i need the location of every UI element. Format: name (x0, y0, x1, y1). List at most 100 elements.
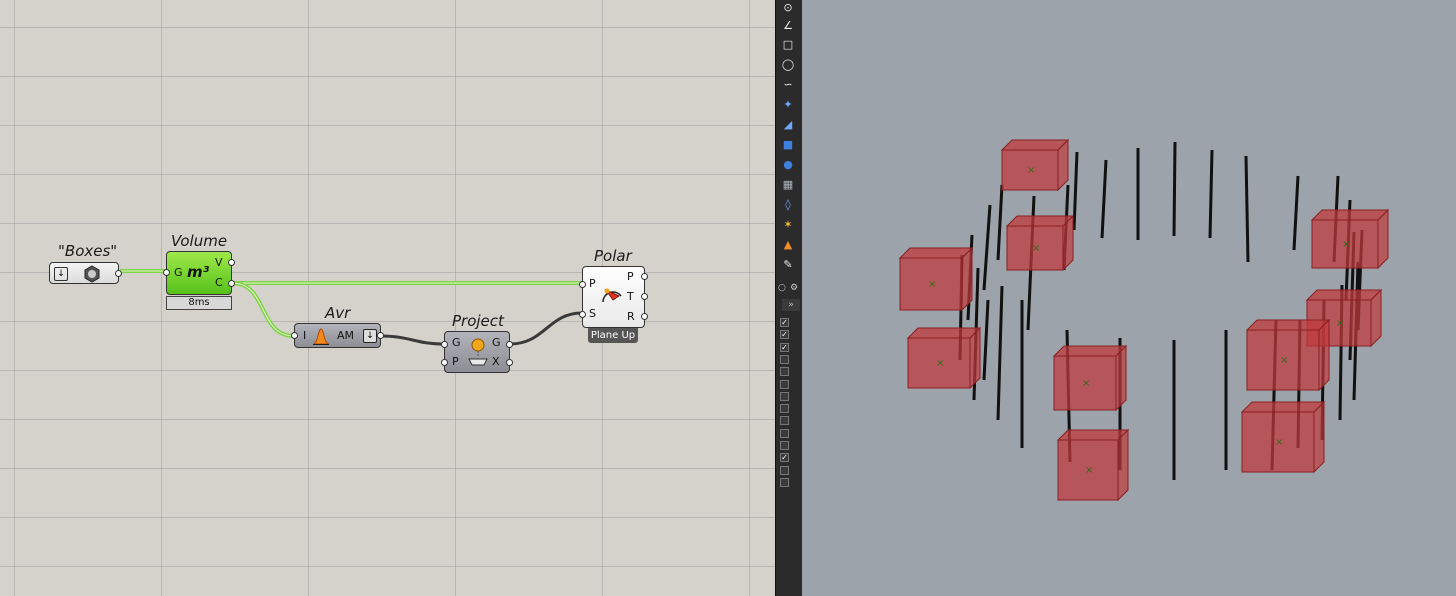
sphere-icon[interactable]: ● (781, 158, 795, 171)
arrow-down-icon: ↓ (363, 329, 377, 343)
box-geometry: × (1000, 138, 1070, 192)
svg-text:×: × (1342, 239, 1350, 250)
curve-segment (1208, 149, 1214, 239)
layer-checkbox[interactable] (780, 416, 789, 426)
box-geometry: × (1310, 208, 1390, 270)
polar-input-p-port[interactable] (579, 281, 586, 288)
rhino-viewport[interactable]: × × × × × × × × × × (802, 0, 1456, 596)
curve-segment (1072, 151, 1079, 231)
box-geometry: × (1052, 344, 1128, 412)
box-param-icon (84, 265, 100, 283)
polar-icon (602, 288, 622, 303)
box-geometry: × (906, 326, 982, 390)
boxes-output-port[interactable] (115, 270, 122, 277)
box-geometry: × (1056, 428, 1130, 502)
layer-checkbox[interactable] (780, 465, 789, 475)
rhino-toolbar: ⊙ ∠ □ ◯ ∽ ✦ ◢ ■ ● ▦ ◊ ✶ ▲ ✎ ○ ⚙ » ✓ ✓ ✓ ✓ (775, 0, 803, 596)
box-geometry: × (898, 246, 974, 312)
volume-component[interactable]: G m³ V C (163, 251, 235, 295)
avr-input-port[interactable] (291, 332, 298, 339)
layer-checkbox[interactable] (780, 391, 789, 401)
volume-output-c-label: C (215, 276, 223, 289)
project-input-g-label: G (452, 336, 461, 349)
polar-output-r-port[interactable] (641, 313, 648, 320)
avr-output-port[interactable] (377, 332, 384, 339)
layer-checkbox[interactable]: ✓ (780, 342, 789, 352)
bell-curve-icon (312, 328, 330, 345)
svg-text:×: × (1336, 318, 1344, 329)
svg-text:×: × (1275, 437, 1283, 448)
wire-volume-avr-core (231, 282, 295, 337)
gear-icon[interactable]: ⚙ (790, 283, 798, 293)
curve-segment (982, 204, 992, 291)
box-geometry: × (1245, 318, 1331, 392)
curve-segment (1292, 175, 1300, 251)
layer-checkbox[interactable] (780, 428, 789, 438)
polar-plane-badge: Plane Up (588, 328, 638, 343)
wires-layer (119, 268, 583, 346)
layer-checkbox[interactable]: ✓ (780, 453, 789, 463)
panel-settings[interactable]: ○ ⚙ (778, 283, 800, 297)
mesh-icon[interactable]: ▦ (781, 178, 795, 191)
transform-icon[interactable]: ◊ (781, 198, 795, 211)
svg-text:×: × (1085, 465, 1093, 476)
project-input-p-label: P (452, 355, 459, 368)
layer-checkbox[interactable] (780, 354, 789, 364)
curve-segment (996, 285, 1004, 421)
layer-checkbox[interactable] (780, 477, 789, 487)
wire-avr-project (380, 334, 445, 346)
layer-checkbox[interactable] (780, 367, 789, 377)
boxes-param[interactable]: ↓ (49, 262, 122, 284)
polar-input-s-port[interactable] (579, 311, 586, 318)
project-component[interactable]: G P G X (441, 331, 513, 373)
layer-checkbox[interactable] (780, 404, 789, 414)
analysis-icon[interactable]: ✶ (781, 218, 795, 231)
volume-output-v-label: V (215, 256, 223, 269)
curve-icon[interactable]: ∽ (781, 78, 795, 91)
rebuild-icon[interactable]: ✦ (781, 98, 795, 111)
volume-output-v-port[interactable] (228, 259, 235, 266)
box-icon[interactable]: ■ (781, 138, 795, 151)
volume-output-c-port[interactable] (228, 280, 235, 287)
polar-component[interactable]: P S P T R (579, 266, 648, 328)
svg-text:×: × (1032, 243, 1040, 254)
polar-output-t-port[interactable] (641, 293, 648, 300)
layer-checkbox[interactable]: ✓ (780, 318, 789, 327)
project-output-x-port[interactable] (506, 359, 513, 366)
project-input-g-port[interactable] (441, 341, 448, 348)
panel-toggle-button[interactable]: » (782, 299, 800, 311)
wire-project-polar (509, 311, 583, 346)
svg-text:×: × (1280, 355, 1288, 366)
render-icon[interactable]: ▲ (781, 238, 795, 251)
grasshopper-icon[interactable]: ✎ (781, 258, 795, 271)
point-icon[interactable]: ⊙ (781, 1, 795, 14)
project-input-p-port[interactable] (441, 359, 448, 366)
layer-checkbox[interactable]: ✓ (780, 330, 789, 340)
polyline-icon[interactable]: ∠ (781, 19, 795, 32)
avr-component[interactable]: I AM ↓ (291, 323, 384, 348)
avr-title: Avr (325, 304, 351, 322)
box-geometry: × (1005, 214, 1075, 272)
polar-title: Polar (594, 247, 632, 265)
volume-input-g-port[interactable] (163, 269, 170, 276)
polar-output-p-label: P (627, 270, 634, 283)
svg-text:×: × (1082, 378, 1090, 389)
circle-icon[interactable]: ◯ (781, 58, 795, 71)
curve-segment (1172, 141, 1177, 237)
project-title: Project (452, 312, 504, 330)
project-output-g-label: G (492, 336, 501, 349)
layer-checkbox[interactable] (780, 441, 789, 450)
layer-checkbox[interactable] (780, 379, 789, 389)
project-output-g-port[interactable] (506, 341, 513, 348)
polar-output-t-label: T (627, 290, 634, 303)
polar-input-p-label: P (589, 277, 596, 290)
volume-input-g-label: G (174, 266, 183, 279)
grasshopper-canvas[interactable]: "Boxes" ↓ Volume G m³ V C 8ms Avr I AM ↓… (0, 0, 775, 596)
polar-output-p-port[interactable] (641, 273, 648, 280)
project-output-x-label: X (492, 355, 500, 368)
surface-icon[interactable]: ◢ (781, 118, 795, 131)
rectangle-icon[interactable]: □ (781, 38, 795, 51)
curve-segment (996, 184, 1004, 261)
polar-output-r-label: R (627, 310, 635, 323)
volume-title: Volume (171, 232, 228, 250)
